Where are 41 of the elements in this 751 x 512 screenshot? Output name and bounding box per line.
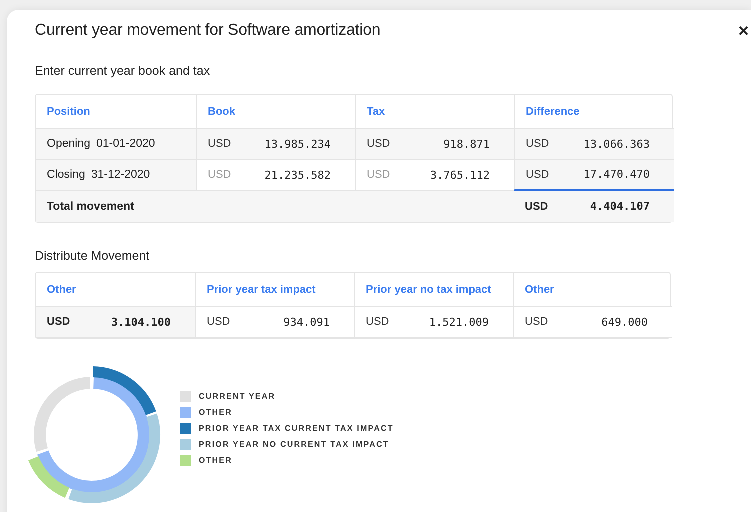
position-label: Closing xyxy=(47,169,86,181)
total-amount: 4.404.107 xyxy=(590,200,650,213)
currency-label: USD xyxy=(208,138,232,150)
amount-field[interactable]: USD 1.521.009 xyxy=(354,307,513,338)
amount-value: 934.091 xyxy=(284,316,330,328)
position-date: 31-12-2020 xyxy=(91,169,150,181)
currency-label: USD xyxy=(526,138,550,150)
currency-label: USD xyxy=(367,169,390,181)
amount-field[interactable]: USD 21.235.582 xyxy=(196,160,355,191)
amount-value: 21.235.582 xyxy=(264,168,331,182)
amount-value: 13.066.363 xyxy=(584,138,650,150)
currency-label: USD xyxy=(367,138,390,150)
currency-label: USD xyxy=(525,316,548,328)
amount-value: 1.521.009 xyxy=(429,316,489,328)
total-label: Total movement xyxy=(47,200,134,212)
amount-value: 13.985.234 xyxy=(264,138,331,150)
amount-value: 918.871 xyxy=(444,138,490,150)
currency-label: USD xyxy=(526,168,550,180)
amount-field[interactable]: USD 649.000 xyxy=(513,307,672,338)
legend-label: PRIOR YEAR NO CURRENT TAX IMPACT xyxy=(199,440,390,448)
position-date: 01-01-2020 xyxy=(96,138,156,150)
amount-field[interactable]: USD 934.091 xyxy=(195,307,354,338)
dialog-title: Current year movement for Software amortization xyxy=(35,22,381,40)
currency-label: USD xyxy=(207,316,230,328)
position-label: Opening xyxy=(47,138,90,150)
amount-field[interactable]: USD 3.765.112 xyxy=(355,160,514,191)
legend-label: OTHER xyxy=(199,456,232,464)
currency-label: USD xyxy=(525,200,548,212)
amount-value: 17.470.470 xyxy=(584,168,650,181)
currency-label: USD xyxy=(366,316,390,328)
section-heading: Distribute Movement xyxy=(35,249,151,263)
section-heading: Enter current year book and tax xyxy=(35,64,212,78)
legend-label: CURRENT YEAR xyxy=(199,392,276,400)
currency-label: USD xyxy=(208,169,232,181)
legend-label: PRIOR YEAR TAX CURRENT TAX IMPACT xyxy=(199,424,394,432)
currency-label: USD xyxy=(47,316,70,328)
close-button[interactable]: × xyxy=(736,22,751,40)
amount-value: 3.104.100 xyxy=(111,316,171,328)
amount-value: 3.765.112 xyxy=(430,168,490,182)
amount-value: 649.000 xyxy=(602,316,648,328)
legend-label: OTHER xyxy=(199,408,232,416)
